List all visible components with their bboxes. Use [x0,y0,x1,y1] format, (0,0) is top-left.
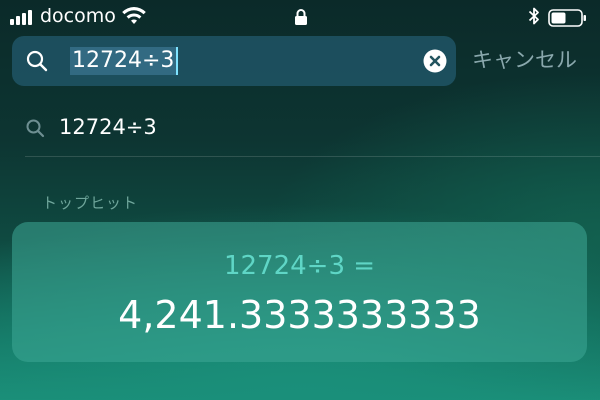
clear-icon[interactable] [423,49,447,73]
status-bar: docomo [0,0,600,34]
bluetooth-icon [527,6,541,30]
wifi-icon [121,6,147,30]
calculator-result-card[interactable]: 12724÷3 = 4,241.3333333333 [12,222,587,362]
text-caret [176,47,179,75]
carrier-label: docomo [40,5,116,27]
search-icon [25,49,49,77]
suggestion-row[interactable]: 12724÷3 [0,104,600,150]
search-input[interactable]: 12724÷3 [70,47,179,75]
divider [25,156,600,157]
calculation-result: 4,241.3333333333 [118,293,481,337]
cancel-button[interactable]: キャンセル [472,46,577,74]
calculation-expression: 12724÷3 = [223,251,376,281]
lock-icon [294,8,308,30]
search-query-text: 12724÷3 [72,48,175,73]
battery-icon [548,8,588,32]
section-header-top-hit: トップヒット [42,194,139,212]
signal-icon [10,9,36,25]
search-icon [25,118,45,142]
suggestion-text: 12724÷3 [59,115,157,139]
search-field[interactable]: 12724÷3 [12,36,456,86]
